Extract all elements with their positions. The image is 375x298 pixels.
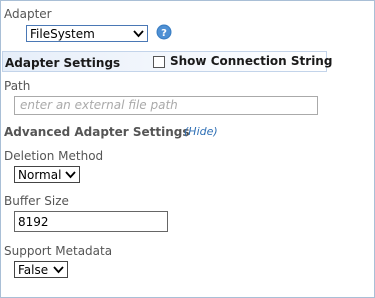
- adapter-settings-title: Adapter Settings: [5, 56, 121, 70]
- buffer-size-input[interactable]: 8192: [14, 211, 168, 232]
- chevron-down-icon: [53, 266, 64, 274]
- adapter-config-panel: Adapter FileSystem ? Adapter Settings Sh…: [0, 0, 375, 298]
- hide-advanced-link[interactable]: (Hide): [184, 125, 218, 138]
- help-icon[interactable]: ?: [156, 24, 172, 40]
- support-metadata-value: False: [18, 263, 49, 277]
- chevron-down-icon: [65, 171, 76, 179]
- deletion-method-value: Normal: [18, 168, 62, 182]
- advanced-settings-title: Advanced Adapter Settings: [4, 125, 190, 139]
- show-connection-string-label[interactable]: Show Connection String: [170, 54, 332, 68]
- adapter-select-value: FileSystem: [30, 27, 95, 41]
- buffer-size-label: Buffer Size: [4, 194, 69, 208]
- deletion-method-label: Deletion Method: [4, 149, 104, 163]
- chevron-down-icon: [133, 30, 144, 38]
- show-connection-string-checkbox[interactable]: [153, 56, 165, 68]
- path-label: Path: [4, 79, 31, 93]
- svg-text:?: ?: [161, 28, 167, 39]
- path-input-placeholder: enter an external file path: [20, 98, 178, 112]
- support-metadata-label: Support Metadata: [4, 244, 113, 258]
- deletion-method-select[interactable]: Normal: [14, 166, 80, 183]
- adapter-label: Adapter: [4, 7, 52, 21]
- buffer-size-value: 8192: [18, 215, 49, 229]
- support-metadata-select[interactable]: False: [14, 261, 68, 278]
- adapter-select[interactable]: FileSystem: [26, 25, 148, 42]
- path-input[interactable]: enter an external file path: [14, 96, 318, 115]
